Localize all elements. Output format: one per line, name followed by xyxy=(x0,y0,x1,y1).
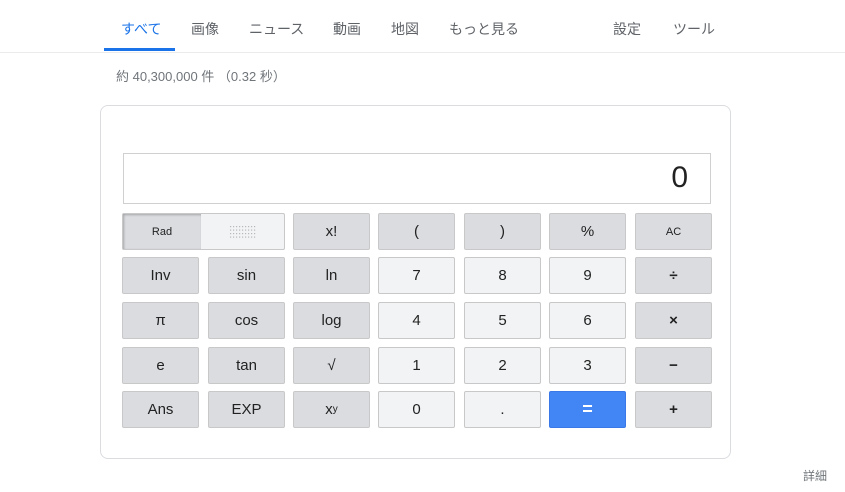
percent-button[interactable]: % xyxy=(549,213,626,250)
ans-button[interactable]: Ans xyxy=(122,391,199,428)
log-button[interactable]: log xyxy=(293,302,370,339)
digit-8-button[interactable]: 8 xyxy=(464,257,541,294)
digit-9-button[interactable]: 9 xyxy=(549,257,626,294)
all-clear-button[interactable]: AC xyxy=(635,213,712,250)
digit-1-button[interactable]: 1 xyxy=(378,347,455,384)
e-button[interactable]: e xyxy=(122,347,199,384)
active-tab-indicator xyxy=(104,48,175,51)
result-stats: 約 40,300,000 件 （0.32 秒） xyxy=(116,69,286,84)
digit-5-button[interactable]: 5 xyxy=(464,302,541,339)
tools-link[interactable]: ツール xyxy=(673,0,715,52)
factorial-button[interactable]: x! xyxy=(293,213,370,250)
tab-videos[interactable]: 動画 xyxy=(333,0,361,52)
power-button[interactable]: xy xyxy=(293,391,370,428)
display-value: 0 xyxy=(671,161,688,194)
power-exponent: y xyxy=(332,404,338,415)
digit-6-button[interactable]: 6 xyxy=(549,302,626,339)
tab-more[interactable]: もっと見る xyxy=(449,0,519,52)
power-base: x xyxy=(325,401,333,418)
plus-button[interactable]: + xyxy=(635,391,712,428)
tab-all[interactable]: すべて xyxy=(121,0,161,52)
cos-button[interactable]: cos xyxy=(208,302,285,339)
details-link[interactable]: 詳細 xyxy=(803,467,827,484)
settings-link[interactable]: 設定 xyxy=(613,0,641,52)
tab-images[interactable]: 画像 xyxy=(191,0,219,52)
sin-button[interactable]: sin xyxy=(208,257,285,294)
search-tabs-bar: すべて 画像 ニュース 動画 地図 もっと見る 設定 ツール xyxy=(0,0,845,53)
sqrt-button[interactable]: √ xyxy=(293,347,370,384)
minus-button[interactable]: − xyxy=(635,347,712,384)
inv-button[interactable]: Inv xyxy=(122,257,199,294)
ln-button[interactable]: ln xyxy=(293,257,370,294)
close-paren-button[interactable]: ) xyxy=(464,213,541,250)
equals-button[interactable]: = xyxy=(549,391,626,428)
deg-button[interactable] xyxy=(201,214,284,249)
rad-button[interactable]: Rad xyxy=(123,214,201,249)
calculator-display: 0 xyxy=(123,153,711,204)
exp-button[interactable]: EXP xyxy=(208,391,285,428)
tan-button[interactable]: tan xyxy=(208,347,285,384)
dotted-grid-icon xyxy=(229,225,255,238)
digit-2-button[interactable]: 2 xyxy=(464,347,541,384)
pi-button[interactable]: π xyxy=(122,302,199,339)
angle-mode-toggle: Rad xyxy=(122,213,285,250)
tab-news[interactable]: ニュース xyxy=(249,0,304,52)
tab-maps[interactable]: 地図 xyxy=(391,0,419,52)
decimal-button[interactable]: . xyxy=(464,391,541,428)
multiply-button[interactable]: × xyxy=(635,302,712,339)
open-paren-button[interactable]: ( xyxy=(378,213,455,250)
digit-3-button[interactable]: 3 xyxy=(549,347,626,384)
divide-button[interactable]: ÷ xyxy=(635,257,712,294)
digit-7-button[interactable]: 7 xyxy=(378,257,455,294)
digit-0-button[interactable]: 0 xyxy=(378,391,455,428)
digit-4-button[interactable]: 4 xyxy=(378,302,455,339)
